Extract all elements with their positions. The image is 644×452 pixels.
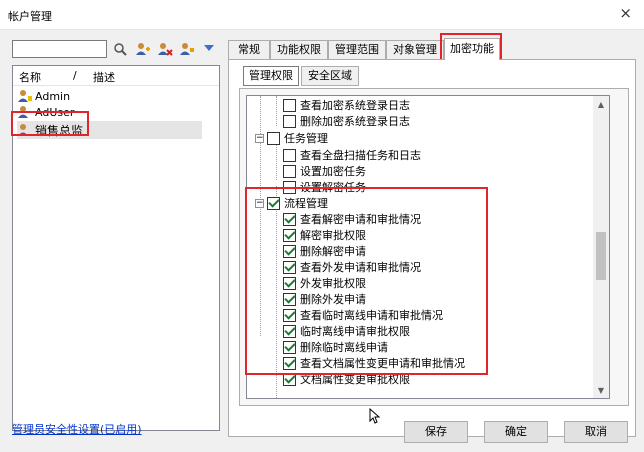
tree-item[interactable]: 查看解密申请和审批情况: [283, 211, 421, 227]
checkbox-checked[interactable]: [267, 196, 280, 210]
close-icon[interactable]: ×: [619, 4, 632, 22]
checkbox-checked[interactable]: [283, 276, 296, 290]
tree-item[interactable]: 查看外发申请和审批情况: [283, 259, 421, 275]
tree-item[interactable]: 查看临时离线申请和审批情况: [283, 307, 443, 323]
checkbox-checked[interactable]: [283, 372, 296, 386]
checkbox-checked[interactable]: [283, 228, 296, 242]
checkbox-checked[interactable]: [283, 308, 296, 322]
tree-item[interactable]: 删除外发申请: [283, 291, 366, 307]
delete-user-icon[interactable]: [156, 40, 174, 58]
user-item-admin[interactable]: Admin: [17, 88, 70, 104]
checkbox[interactable]: [283, 148, 296, 162]
user-item-sales-director[interactable]: 销售总监: [17, 121, 202, 139]
subtab-management-permissions[interactable]: 管理权限: [243, 66, 299, 86]
checkbox-checked[interactable]: [283, 292, 296, 306]
checkbox-checked[interactable]: [283, 212, 296, 226]
user-list-header: 名称 / 描述: [13, 66, 219, 86]
cancel-button[interactable]: 取消: [564, 421, 628, 443]
tree-item[interactable]: 文档属性变更审批权限: [283, 371, 410, 387]
tree-item[interactable]: 设置加密任务: [283, 163, 366, 179]
window-title: 帐户管理: [8, 10, 52, 23]
encryption-tab-panel: 管理权限 安全区域 查看加密系统登录日志 删除加密系统登录日志 − 任务管理 查…: [228, 59, 636, 437]
tab-function-permissions[interactable]: 功能权限: [270, 40, 328, 60]
add-user-icon[interactable]: [134, 40, 152, 58]
user-list: 名称 / 描述 Admin AdUser 销售总监: [12, 65, 220, 431]
title-bar: 帐户管理 ×: [0, 0, 644, 30]
user-icon: [17, 105, 33, 119]
search-icon[interactable]: [111, 40, 129, 58]
vertical-scrollbar[interactable]: ▲ ▼: [593, 96, 609, 398]
tab-object-management[interactable]: 对象管理: [386, 40, 444, 60]
permissions-panel: 查看加密系统登录日志 删除加密系统登录日志 − 任务管理 查看全盘扫描任务和日志: [239, 88, 629, 406]
checkbox[interactable]: [267, 131, 280, 145]
permission-tree: 查看加密系统登录日志 删除加密系统登录日志 − 任务管理 查看全盘扫描任务和日志: [246, 95, 610, 399]
checkbox-checked[interactable]: [283, 260, 296, 274]
ok-button[interactable]: 确定: [484, 421, 548, 443]
checkbox-checked[interactable]: [283, 244, 296, 258]
checkbox[interactable]: [283, 180, 296, 194]
collapse-icon[interactable]: −: [255, 198, 264, 208]
tree-item[interactable]: 删除临时离线申请: [283, 339, 388, 355]
edit-user-icon[interactable]: [178, 40, 196, 58]
user-item-aduser[interactable]: AdUser: [17, 104, 74, 120]
tab-management-scope[interactable]: 管理范围: [328, 40, 386, 60]
user-name: 销售总监: [35, 123, 84, 138]
checkbox[interactable]: [283, 98, 296, 112]
dropdown-arrow-icon[interactable]: [200, 40, 218, 58]
tree-item[interactable]: 外发审批权限: [283, 275, 366, 291]
column-separator: /: [73, 69, 77, 82]
user-name: AdUser: [35, 105, 75, 119]
scroll-up-icon[interactable]: ▲: [593, 96, 609, 112]
tree-item[interactable]: 临时离线申请审批权限: [283, 323, 410, 339]
column-description[interactable]: 描述: [93, 69, 115, 85]
tree-item[interactable]: 查看全盘扫描任务和日志: [283, 147, 421, 163]
tree-item[interactable]: 删除解密申请: [283, 243, 366, 259]
tree-group-workflow-management[interactable]: − 流程管理: [255, 195, 328, 211]
tree-item[interactable]: 删除加密系统登录日志: [283, 113, 410, 129]
mouse-cursor-icon: [369, 407, 381, 427]
tree-item[interactable]: 查看文档属性变更申请和审批情况: [283, 355, 465, 371]
save-button[interactable]: 保存: [404, 421, 468, 443]
tree-item[interactable]: 解密审批权限: [283, 227, 366, 243]
checkbox[interactable]: [283, 114, 296, 128]
checkbox-checked[interactable]: [283, 340, 296, 354]
column-name[interactable]: 名称: [19, 69, 41, 85]
checkbox-checked[interactable]: [283, 356, 296, 370]
tree-item[interactable]: 查看加密系统登录日志: [283, 97, 410, 113]
tree-item[interactable]: 设置解密任务: [283, 179, 366, 195]
scroll-thumb[interactable]: [596, 232, 606, 280]
checkbox-checked[interactable]: [283, 324, 296, 338]
subtab-security-zone[interactable]: 安全区域: [301, 66, 359, 86]
user-name: Admin: [35, 89, 71, 103]
tab-general[interactable]: 常规: [228, 40, 270, 60]
tree-group-task-management[interactable]: − 任务管理: [255, 130, 328, 146]
security-settings-link[interactable]: 管理员安全性设置(已启用): [12, 421, 142, 437]
user-icon: [17, 123, 33, 137]
search-input[interactable]: [12, 40, 107, 58]
dialog-body: 名称 / 描述 Admin AdUser 销售总监 管理员安全性设置(已启用) …: [0, 30, 644, 452]
tab-encryption[interactable]: 加密功能: [444, 38, 500, 60]
user-icon: [17, 89, 33, 103]
checkbox[interactable]: [283, 164, 296, 178]
collapse-icon[interactable]: −: [255, 133, 264, 143]
scroll-down-icon[interactable]: ▼: [593, 382, 609, 398]
